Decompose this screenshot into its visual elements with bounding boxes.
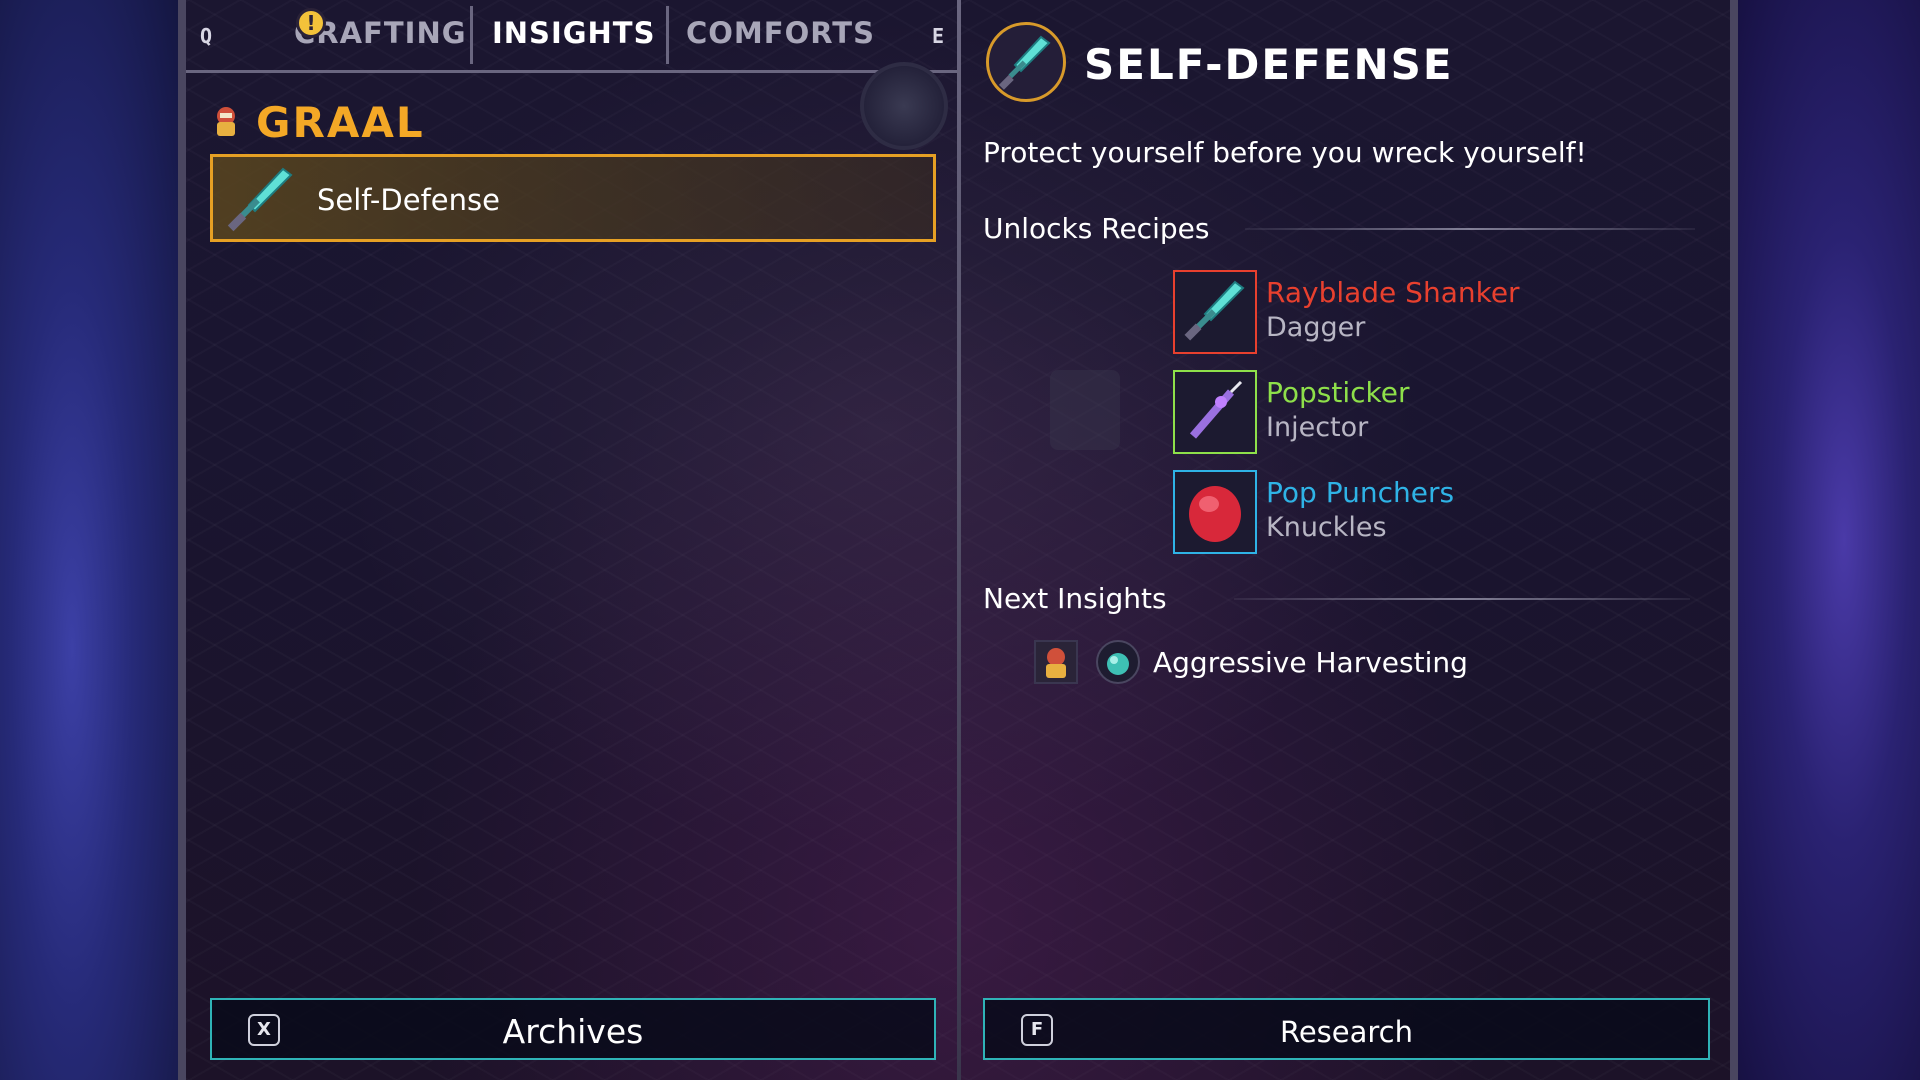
- teal-orb-icon: [1096, 640, 1140, 684]
- tab-separator: [666, 6, 669, 64]
- tab-underline: [186, 70, 957, 73]
- dagger-icon: [1184, 280, 1245, 341]
- insight-description: Protect yourself before you wreck yourse…: [983, 136, 1587, 169]
- category-title: GRAAL: [256, 98, 425, 147]
- section-divider: [1245, 228, 1695, 230]
- recipe-icon-pop-punchers: [1173, 470, 1257, 554]
- graal-character-icon: [1034, 640, 1078, 684]
- insight-item-label: Self-Defense: [317, 183, 500, 217]
- panel-divider: [957, 0, 961, 1080]
- injector-icon: [1189, 380, 1243, 439]
- recipe-icon-rayblade-shanker: [1173, 270, 1257, 354]
- next-tab-key[interactable]: E: [932, 24, 944, 48]
- lightbulb-icon: [860, 62, 948, 150]
- tab-separator: [470, 6, 473, 64]
- recipe-name: Popsticker: [1266, 376, 1410, 409]
- recipe-name: Rayblade Shanker: [1266, 276, 1520, 309]
- next-insights-heading: Next Insights: [983, 582, 1167, 615]
- background-left-foliage: [0, 0, 180, 1080]
- background-right-foliage: [1730, 0, 1920, 1080]
- unlocks-recipes-heading: Unlocks Recipes: [983, 212, 1210, 245]
- tab-insights[interactable]: INSIGHTS: [492, 16, 655, 50]
- research-button-label: Research: [1279, 1015, 1414, 1049]
- insight-item-self-defense[interactable]: Self-Defense: [210, 154, 936, 242]
- recipe-name: Pop Punchers: [1266, 476, 1455, 509]
- tab-comforts[interactable]: COMFORTS: [686, 16, 875, 50]
- prev-tab-key[interactable]: Q: [200, 24, 212, 48]
- scene-lamp: [1050, 370, 1120, 450]
- recipe-type: Dagger: [1266, 312, 1366, 343]
- recipe-icon-popsticker: [1173, 370, 1257, 454]
- next-insight-aggressive-harvesting[interactable]: Aggressive Harvesting: [1153, 646, 1468, 679]
- research-button[interactable]: F Research: [983, 998, 1710, 1060]
- sword-icon: [227, 167, 293, 232]
- recipe-type: Knuckles: [1266, 512, 1387, 543]
- crafting-alert-badge: !: [296, 8, 326, 38]
- section-divider: [1234, 598, 1690, 600]
- knuckles-icon: [1189, 486, 1241, 542]
- archives-button[interactable]: X Archives: [210, 998, 936, 1060]
- recipe-type: Injector: [1266, 412, 1369, 443]
- archives-button-label: Archives: [502, 1012, 644, 1051]
- graal-character-icon: [217, 107, 235, 136]
- title-sword-icon: [986, 22, 1066, 102]
- insight-title: SELF-DEFENSE: [1084, 40, 1454, 89]
